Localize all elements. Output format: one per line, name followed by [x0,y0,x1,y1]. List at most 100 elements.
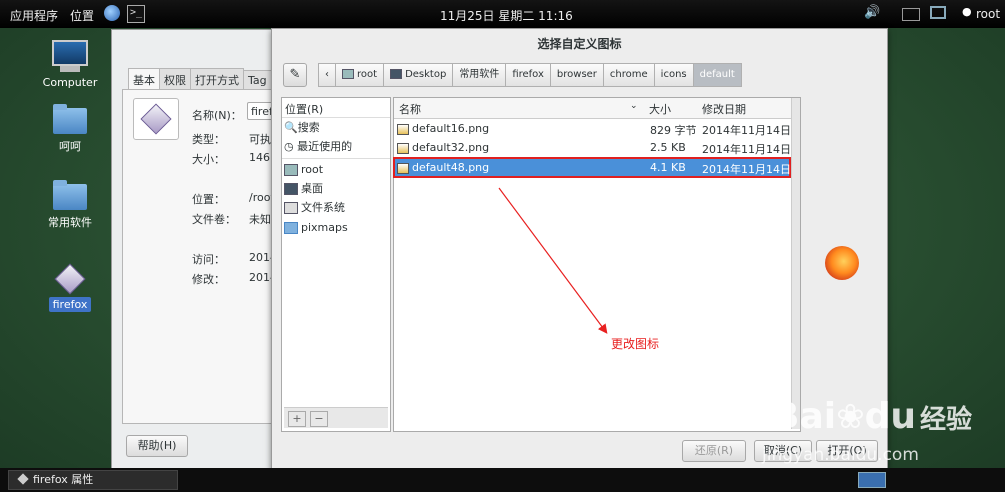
modified-value: 2014 [249,271,271,284]
tab-tag[interactable]: Tag [243,70,272,91]
computer-stand [60,66,80,72]
desktop-icon-folder-software[interactable]: 常用软件 [30,180,110,230]
top-panel: 应用程序 位置 >_ 11月25日 星期二 11:16 🔊 ● root [0,0,1005,28]
dialog-title: 选择自定义图标 [537,37,622,51]
desktop-icon [390,69,403,79]
clock[interactable]: 11月25日 星期二 11:16 [440,7,573,24]
places-header: 位置(R) [285,103,324,116]
watermark-url: jingyan.baidu.com [762,445,919,465]
sidebar-item-label: 桌面 [301,182,323,195]
sidebar-item-desktop[interactable]: 桌面 [284,180,323,198]
workspace-switcher[interactable] [858,472,886,488]
properties-panel: 名称(N)： firefox 类型： 可执 大小： 146. 位置： /root… [122,89,282,424]
sidebar-item-pixmaps[interactable]: pixmaps [284,219,348,237]
desktop-icon [284,183,298,195]
breadcrumb-browser[interactable]: browser [549,63,604,87]
taskbar-item-properties[interactable]: firefox 属性 [8,470,178,490]
firefox-preview-icon [825,246,859,280]
desktop-icon-label: Computer [42,76,98,89]
pencil-icon: ✎ [289,67,301,82]
bookmark-toolbar: + − [284,407,388,428]
help-button[interactable]: 帮助(H) [126,435,188,457]
computer-icon [52,40,88,66]
network-icon[interactable] [930,6,946,19]
bottom-panel: firefox 属性 [0,468,1005,492]
modified-label: 修改： [192,273,225,286]
file-list: 名称 ⌄ 大小 修改日期 default16.png 829 字节 2014年1… [393,97,801,432]
places-sidebar: 位置(R) 🔍搜索 ◷ 最近使用的 root 桌面 文件系统 pixmaps +… [281,97,391,432]
annotation-arrow [498,187,608,334]
type-label: 类型： [192,133,225,146]
breadcrumb-label: Desktop [405,69,447,80]
clock-icon: ◷ [284,140,298,153]
add-bookmark-button[interactable]: + [288,411,306,427]
watermark-brand: Bai [772,396,837,437]
breadcrumb-default[interactable]: default [692,63,742,87]
diamond-icon [17,473,29,485]
diamond-icon [140,103,172,135]
sidebar-item-root[interactable]: root [284,161,323,179]
folder-icon [53,180,87,210]
user-menu[interactable]: root [976,7,1000,21]
revert-button[interactable]: 还原(R) [682,440,746,462]
properties-window: 基本权限打开方式Tag 名称(N)： firefox 类型： 可执 大小： 14… [111,29,283,469]
breadcrumb-software[interactable]: 常用软件 [452,63,507,87]
sidebar-item-label: 搜索 [297,121,320,134]
desktop-icon-folder-hehe[interactable]: 呵呵 [30,104,110,154]
sidebar-item-search[interactable]: 🔍搜索 [284,119,320,137]
terminal-launcher-icon[interactable]: >_ [127,5,145,23]
sidebar-item-label: 文件系统 [301,201,345,214]
breadcrumb-root[interactable]: root [335,63,385,87]
sidebar-item-label: pixmaps [301,221,348,234]
watermark-logo: Bai❀du 经验 [772,396,972,437]
accessed-label: 访问： [192,253,225,266]
remove-bookmark-button[interactable]: − [310,411,328,427]
location-label: 位置： [192,193,225,206]
firefox-launcher-icon [54,263,86,295]
sidebar-item-filesystem[interactable]: 文件系统 [284,199,345,217]
desktop-icon-label: 常用软件 [48,216,92,229]
folder-icon [53,104,87,134]
desktop-icon-label: 呵呵 [59,140,81,153]
home-icon [342,69,354,79]
folder-icon [284,222,298,234]
taskbar-item-label: firefox 属性 [33,473,94,486]
breadcrumb: ‹ root Desktop 常用软件 firefox browser chro… [318,63,742,87]
breadcrumb-icons[interactable]: icons [653,63,694,87]
paw-icon: ❀ [836,397,865,437]
volume-value: 未知 [249,213,271,226]
keyboard-icon[interactable] [902,8,920,21]
places-menu[interactable]: 位置 [70,7,94,24]
search-icon: 🔍 [284,121,298,134]
breadcrumb-back-button[interactable]: ‹ [318,63,336,87]
name-label: 名称(N)： [192,109,242,122]
type-location-button[interactable]: ✎ [283,63,307,87]
browser-launcher-icon[interactable] [104,5,120,21]
icon-picker-button[interactable] [133,98,179,140]
size-label: 大小： [192,153,225,166]
annotation-label: 更改图标 [611,337,660,351]
desktop-icon-firefox[interactable]: firefox [30,262,110,312]
sidebar-item-label: 最近使用的 [297,140,353,153]
properties-tabs: 基本 权限 打开方式 Tag [128,68,272,92]
home-icon [284,164,298,176]
chevron-left-icon: ‹ [325,69,329,80]
breadcrumb-desktop[interactable]: Desktop [383,63,454,87]
watermark-brand2: du [864,396,916,437]
volume-label: 文件卷： [192,213,236,226]
drive-icon [284,202,298,214]
breadcrumb-chrome[interactable]: chrome [602,63,655,87]
breadcrumb-firefox[interactable]: firefox [505,63,551,87]
accessed-value: 2014 [249,251,271,264]
size-value: 146. [249,151,271,164]
location-value: /root [249,191,271,204]
desktop-icon-computer[interactable]: Computer [30,40,110,89]
sidebar-item-label: root [301,163,324,176]
desktop-icon-label: firefox [48,297,92,312]
watermark-suffix: 经验 [919,405,972,435]
applications-menu[interactable]: 应用程序 [10,7,58,24]
type-value: 可执 [249,133,271,146]
volume-icon[interactable]: 🔊 [864,5,880,21]
breadcrumb-label: root [357,69,378,80]
sidebar-item-recent[interactable]: ◷ 最近使用的 [284,138,352,156]
